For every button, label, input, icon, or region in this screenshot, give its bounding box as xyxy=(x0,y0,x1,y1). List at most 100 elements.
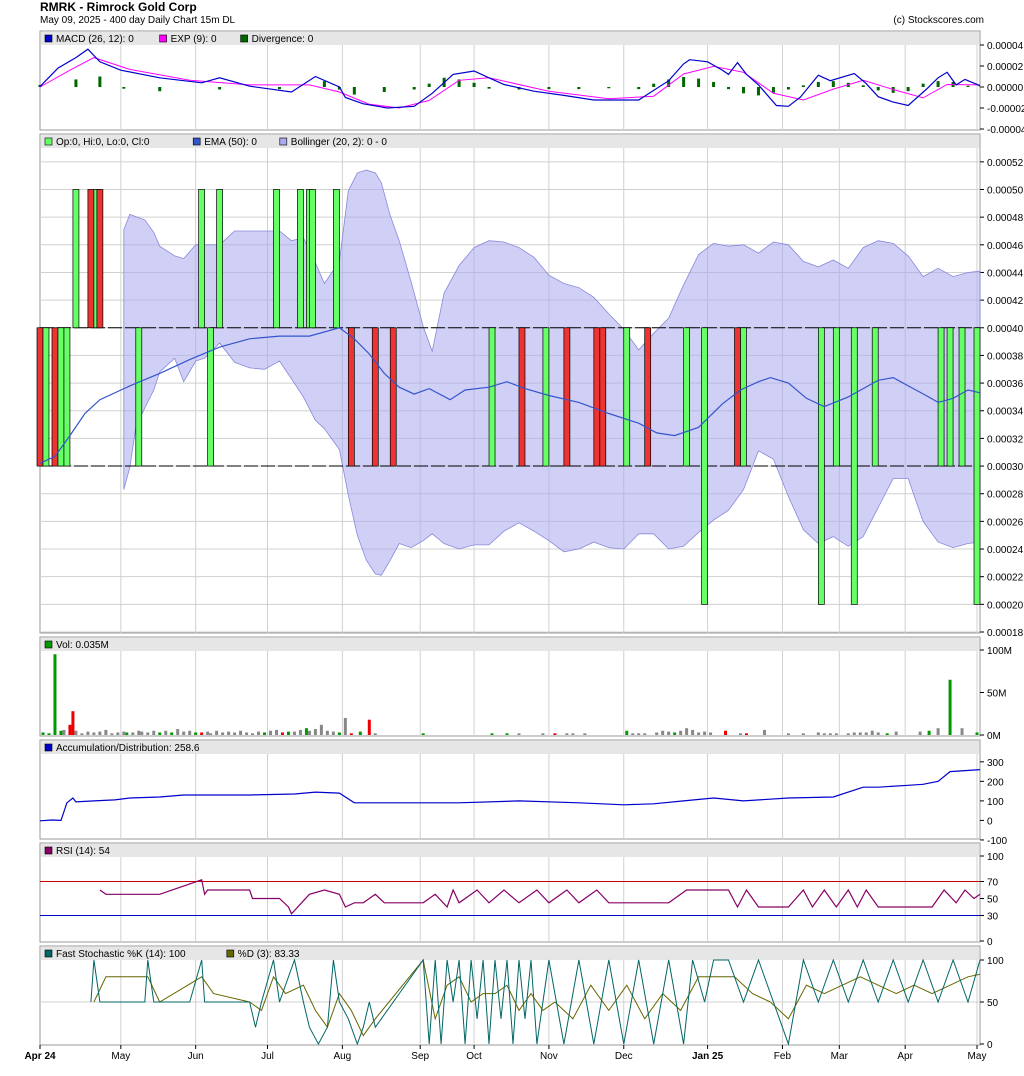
volume-bar xyxy=(286,731,290,735)
divergence-bar xyxy=(697,78,701,87)
volume-bar xyxy=(158,732,162,735)
volume-bar xyxy=(691,729,695,735)
price-candle xyxy=(135,327,143,467)
volume-bar xyxy=(637,733,641,735)
volume-bar xyxy=(200,732,204,735)
price-candle xyxy=(740,327,747,467)
volume-bar xyxy=(571,733,575,735)
legend-label-macd-0: MACD (26, 12): 0 xyxy=(56,34,134,45)
volume-bar xyxy=(541,733,545,735)
stochastic-y-tick-label: 0 xyxy=(987,1040,993,1051)
volume-bar xyxy=(786,733,790,735)
divergence-bar xyxy=(277,87,281,90)
divergence-bar xyxy=(816,81,820,87)
volume-bar xyxy=(53,654,57,735)
price-y-tick-label: 0.00050 xyxy=(987,185,1024,196)
x-tick-label-6: Oct xyxy=(466,1051,482,1062)
volume-bar xyxy=(625,730,629,735)
price-candle xyxy=(734,327,741,467)
legend-label-volume-0: Vol: 0.035M xyxy=(56,640,109,651)
divergence-bar xyxy=(412,87,416,90)
volume-bar xyxy=(673,732,677,735)
rsi-y-tick-label: 70 xyxy=(987,878,999,889)
price-candle xyxy=(832,327,840,467)
volume-bar xyxy=(182,731,186,735)
volume-bar xyxy=(661,730,665,735)
volume-bar xyxy=(116,732,120,735)
rsi-y-tick-label: 50 xyxy=(987,895,999,906)
volume-bar xyxy=(583,733,587,735)
volume-bar xyxy=(325,730,329,735)
legend-label-price-1: EMA (50): 0 xyxy=(204,137,257,148)
volume-bar xyxy=(643,733,647,735)
volume-bar xyxy=(137,730,141,735)
price-candle xyxy=(563,327,571,467)
volume-bar xyxy=(631,733,635,735)
volume-bar xyxy=(894,731,898,735)
stochastic-y-tick-label: 50 xyxy=(987,998,999,1009)
volume-bar xyxy=(822,733,826,735)
price-candle xyxy=(623,327,631,467)
legend-label-stochastic-0: Fast Stochastic %K (14): 100 xyxy=(56,949,186,960)
x-tick-label-13: May xyxy=(968,1051,987,1062)
price-candle xyxy=(973,327,981,605)
volume-bar xyxy=(152,730,156,735)
volume-bar xyxy=(263,732,267,735)
divergence-bar xyxy=(652,83,656,87)
volume-bar xyxy=(667,731,671,735)
x-tick-label-8: Dec xyxy=(615,1051,633,1062)
legend-label-ad-0: Accumulation/Distribution: 258.6 xyxy=(56,743,200,754)
price-candle xyxy=(347,327,355,467)
price-candle xyxy=(333,189,340,329)
legend-label-macd-2: Divergence: 0 xyxy=(252,34,314,45)
volume-bar xyxy=(110,733,114,735)
divergence-bar xyxy=(547,87,551,90)
ad-y-tick-label: 0 xyxy=(987,816,993,827)
volume-bar xyxy=(98,731,102,735)
price-candle xyxy=(871,327,879,467)
divergence-bar xyxy=(936,81,940,87)
legend-swatch xyxy=(226,949,235,958)
divergence-bar xyxy=(158,87,162,92)
ad-y-tick-label: -100 xyxy=(987,836,1007,847)
divergence-bar xyxy=(861,85,865,87)
volume-bar xyxy=(251,733,255,735)
price-y-tick-label: 0.00040 xyxy=(987,324,1024,335)
ad-y-tick-label: 200 xyxy=(987,777,1004,788)
volume-bar xyxy=(92,732,96,735)
divergence-bar xyxy=(906,87,910,92)
volume-bar xyxy=(269,730,273,735)
volume-bar xyxy=(703,731,707,735)
price-y-tick-label: 0.00046 xyxy=(987,241,1024,252)
x-tick-label-4: Aug xyxy=(333,1051,351,1062)
x-tick-label-2: Jun xyxy=(188,1051,204,1062)
volume-bar xyxy=(685,728,689,735)
price-candle xyxy=(389,327,397,467)
volume-bar xyxy=(864,732,868,735)
rsi-legend-bar xyxy=(41,844,979,857)
legend-label-stochastic-1: %D (3): 83.33 xyxy=(238,949,300,960)
price-candle xyxy=(946,327,954,467)
x-tick-label-7: Nov xyxy=(540,1051,558,1062)
ad-y-tick-label: 100 xyxy=(987,797,1004,808)
volume-bar xyxy=(373,733,377,735)
divergence-bar xyxy=(352,87,356,95)
rsi-y-tick-label: 30 xyxy=(987,912,999,923)
volume-bar xyxy=(367,719,371,735)
volume-bar xyxy=(170,732,174,735)
volume-bar xyxy=(188,730,192,735)
legend-swatch xyxy=(159,34,167,43)
volume-bar xyxy=(62,729,66,735)
legend-swatch xyxy=(44,640,53,649)
volume-bar xyxy=(215,730,219,735)
price-candle xyxy=(958,327,966,467)
volume-bar xyxy=(358,731,362,735)
price-candle xyxy=(850,327,858,605)
x-tick-label-0: Apr 24 xyxy=(24,1051,56,1062)
divergence-bar xyxy=(607,87,611,89)
price-candle xyxy=(309,189,316,329)
volume-bar xyxy=(936,728,940,735)
volume-bar xyxy=(209,733,213,735)
price-candle xyxy=(542,327,550,467)
x-tick-label-12: Apr xyxy=(897,1051,913,1062)
